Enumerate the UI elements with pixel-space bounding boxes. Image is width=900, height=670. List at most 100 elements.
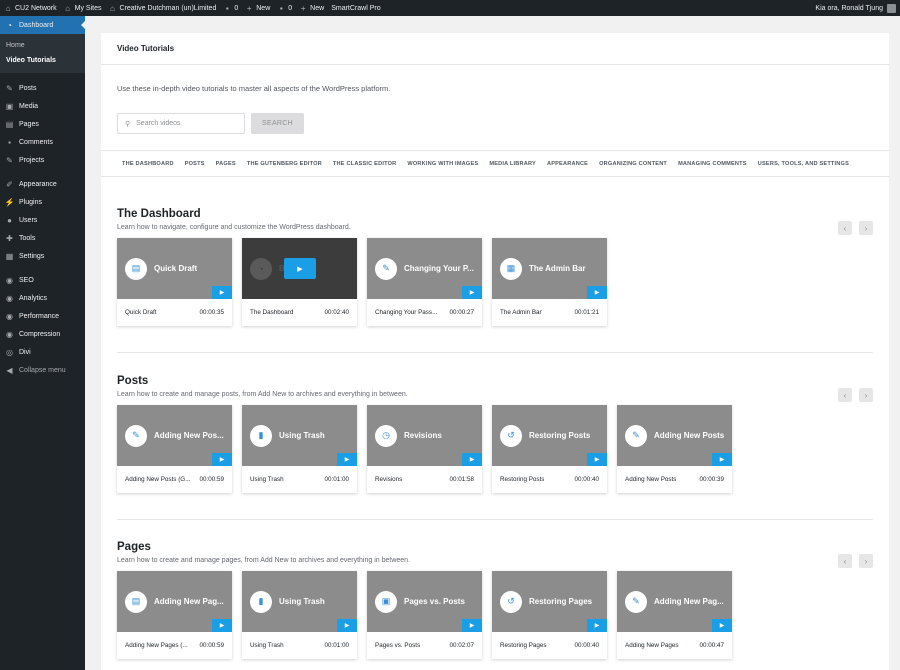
site-menu[interactable]: ⌂ Creative Dutchman (un)Limited — [108, 4, 217, 13]
site-label: Creative Dutchman (un)Limited — [119, 4, 217, 12]
video-card[interactable]: ▮ Using Trash ▶ Using Trash 00:01:00 — [242, 571, 357, 659]
sidebar-item-plugins[interactable]: ⚡ Plugins — [0, 193, 85, 211]
sidebar-item-analytics[interactable]: ◉ Analytics — [0, 289, 85, 307]
play-icon[interactable]: ▶ — [712, 619, 732, 632]
video-thumbnail[interactable]: ▦ The Admin Bar ▶ — [492, 238, 607, 299]
video-thumbnail[interactable]: ▮ Using Trash ▶ — [242, 571, 357, 632]
tab-images[interactable]: WORKING WITH IMAGES — [407, 161, 478, 167]
sidebar-item-seo[interactable]: ◉ SEO — [0, 271, 85, 289]
sidebar-item-appearance[interactable]: ✐ Appearance — [0, 175, 85, 193]
sidebar-item-pages[interactable]: ▤ Pages — [0, 115, 85, 133]
video-card[interactable]: ↺ Restoring Pages ▶ Restoring Pages 00:00:40 — [492, 571, 607, 659]
video-card[interactable]: ▤ Quick Draft ▶ Quick Draft 00:00:35 — [117, 238, 232, 326]
thumbnail-title: Adding New Pag... — [154, 597, 224, 606]
video-thumbnail[interactable]: ▤ Quick Draft ▶ — [117, 238, 232, 299]
video-card[interactable]: ✎ Adding New Pag... ▶ Adding New Pages 00:00… — [617, 571, 732, 659]
smartcrawl-menu[interactable]: SmartCrawl Pro — [331, 5, 380, 12]
my-sites-menu[interactable]: ⌂ My Sites — [64, 4, 101, 13]
tab-media-library[interactable]: MEDIA LIBRARY — [489, 161, 536, 167]
sidebar-item-posts[interactable]: ✎ Posts — [0, 79, 85, 97]
sidebar-item-compression[interactable]: ◉ Compression — [0, 325, 85, 343]
next-arrow-icon[interactable]: › — [859, 388, 873, 402]
play-icon[interactable]: ▶ — [337, 619, 357, 632]
next-arrow-icon[interactable]: › — [859, 554, 873, 568]
network-menu[interactable]: ⌂ CU2 Network — [4, 4, 57, 13]
play-icon[interactable]: ▶ — [337, 453, 357, 466]
tab-appearance[interactable]: APPEARANCE — [547, 161, 588, 167]
comments-link-2[interactable]: ▪ 0 — [277, 4, 292, 13]
prev-arrow-icon[interactable]: ‹ — [838, 221, 852, 235]
search-button[interactable]: SEARCH — [251, 113, 304, 134]
tab-users-tools[interactable]: USERS, TOOLS, AND SETTINGS — [758, 161, 849, 167]
collapse-menu-button[interactable]: ◀ Collapse menu — [0, 361, 85, 379]
sidebar-item-users[interactable]: ● Users — [0, 211, 85, 229]
search-input[interactable]: ⚲ Search videos — [117, 113, 245, 134]
thumbnail-title: Quick Draft — [154, 264, 198, 273]
account-menu[interactable]: Kia ora, Ronald Tjung — [815, 3, 896, 13]
new-menu-1[interactable]: + New — [245, 3, 270, 13]
plus-icon: + — [246, 3, 252, 13]
new-menu-2[interactable]: + New — [299, 4, 324, 13]
submenu-home[interactable]: Home — [6, 38, 85, 53]
prev-arrow-icon[interactable]: ‹ — [838, 388, 852, 402]
play-icon[interactable]: ▶ — [712, 453, 732, 466]
search-bar: ⚲ Search videos SEARCH — [117, 113, 304, 134]
sidebar-item-dashboard[interactable]: ◔ Dashboard — [0, 16, 85, 34]
wrench-icon: ✚ — [6, 233, 13, 243]
play-icon[interactable]: ▶ — [587, 286, 607, 299]
video-card[interactable]: ▣ Pages vs. Posts ▶ Pages vs. Posts 00:02:07 — [367, 571, 482, 659]
video-thumbnail[interactable]: ↺ Restoring Posts ▶ — [492, 405, 607, 466]
video-thumbnail[interactable]: ↺ Restoring Pages ▶ — [492, 571, 607, 632]
sidebar-item-comments[interactable]: ▪ Comments — [0, 133, 85, 151]
tab-posts[interactable]: POSTS — [185, 161, 205, 167]
play-icon[interactable]: ▶ — [462, 453, 482, 466]
video-meta: Adding New Pages 00:00:47 — [617, 632, 732, 659]
video-card[interactable]: ✎ Adding New Posts ▶ Adding New Posts 00:00:… — [617, 405, 732, 493]
play-icon[interactable]: ▶ — [462, 286, 482, 299]
video-thumbnail[interactable]: ▤ Adding New Pag... ▶ — [117, 571, 232, 632]
next-arrow-icon[interactable]: › — [859, 221, 873, 235]
video-card[interactable]: ✎ Adding New Pos... ▶ Adding New Posts (G..… — [117, 405, 232, 493]
play-icon[interactable]: ▶ — [462, 619, 482, 632]
play-icon[interactable]: ▶ — [587, 619, 607, 632]
tab-organizing[interactable]: ORGANIZING CONTENT — [599, 161, 667, 167]
video-card[interactable]: ↺ Restoring Posts ▶ Restoring Posts 00:00:40 — [492, 405, 607, 493]
video-card[interactable]: ▤ Adding New Pag... ▶ Adding New Pages (...… — [117, 571, 232, 659]
play-button[interactable]: ▶ — [284, 258, 316, 279]
video-card[interactable]: ✎ Changing Your P... ▶ Changing Your Pass..… — [367, 238, 482, 326]
comments-link-1[interactable]: ▪ 0 — [223, 4, 238, 13]
video-thumbnail[interactable]: ✎ Changing Your P... ▶ — [367, 238, 482, 299]
tab-pages[interactable]: PAGES — [216, 161, 236, 167]
tab-dashboard[interactable]: THE DASHBOARD — [122, 161, 174, 167]
play-icon[interactable]: ▶ — [587, 453, 607, 466]
video-card[interactable]: ◔Board▶ The Dashboard 00:02:40 — [242, 238, 357, 326]
video-thumbnail[interactable]: ◔Board▶ — [242, 238, 357, 299]
sidebar-item-divi[interactable]: ◎ Divi — [0, 343, 85, 361]
play-icon[interactable]: ▶ — [212, 619, 232, 632]
sidebar-item-performance[interactable]: ◉ Performance — [0, 307, 85, 325]
video-meta: Restoring Pages 00:00:40 — [492, 632, 607, 659]
submenu-video-tutorials[interactable]: Video Tutorials — [6, 53, 85, 68]
sidebar-item-projects[interactable]: ✎ Projects — [0, 151, 85, 169]
video-thumbnail[interactable]: ✎ Adding New Pos... ▶ — [117, 405, 232, 466]
video-card[interactable]: ▦ The Admin Bar ▶ The Admin Bar 00:01:21 — [492, 238, 607, 326]
tab-classic-editor[interactable]: THE CLASSIC EDITOR — [333, 161, 396, 167]
sidebar-item-label: Plugins — [19, 198, 42, 206]
tab-comments[interactable]: MANAGING COMMENTS — [678, 161, 747, 167]
play-icon[interactable]: ▶ — [212, 286, 232, 299]
sidebar-item-media[interactable]: ▣ Media — [0, 97, 85, 115]
video-thumbnail[interactable]: ▣ Pages vs. Posts ▶ — [367, 571, 482, 632]
video-card[interactable]: ▮ Using Trash ▶ Using Trash 00:01:00 — [242, 405, 357, 493]
sidebar-item-tools[interactable]: ✚ Tools — [0, 229, 85, 247]
play-icon[interactable]: ▶ — [212, 453, 232, 466]
video-thumbnail[interactable]: ✎ Adding New Posts ▶ — [617, 405, 732, 466]
thumbnail-title: Revisions — [404, 431, 442, 440]
video-thumbnail[interactable]: ▮ Using Trash ▶ — [242, 405, 357, 466]
sidebar-item-settings[interactable]: ▦ Settings — [0, 247, 85, 265]
video-thumbnail[interactable]: ◷ Revisions ▶ — [367, 405, 482, 466]
tab-gutenberg[interactable]: THE GUTENBERG EDITOR — [247, 161, 322, 167]
video-card[interactable]: ◷ Revisions ▶ Revisions 00:01:58 — [367, 405, 482, 493]
video-thumbnail[interactable]: ✎ Adding New Pag... ▶ — [617, 571, 732, 632]
admin-bar: ⌂ CU2 Network ⌂ My Sites ⌂ Creative Dutchma… — [0, 0, 900, 16]
prev-arrow-icon[interactable]: ‹ — [838, 554, 852, 568]
